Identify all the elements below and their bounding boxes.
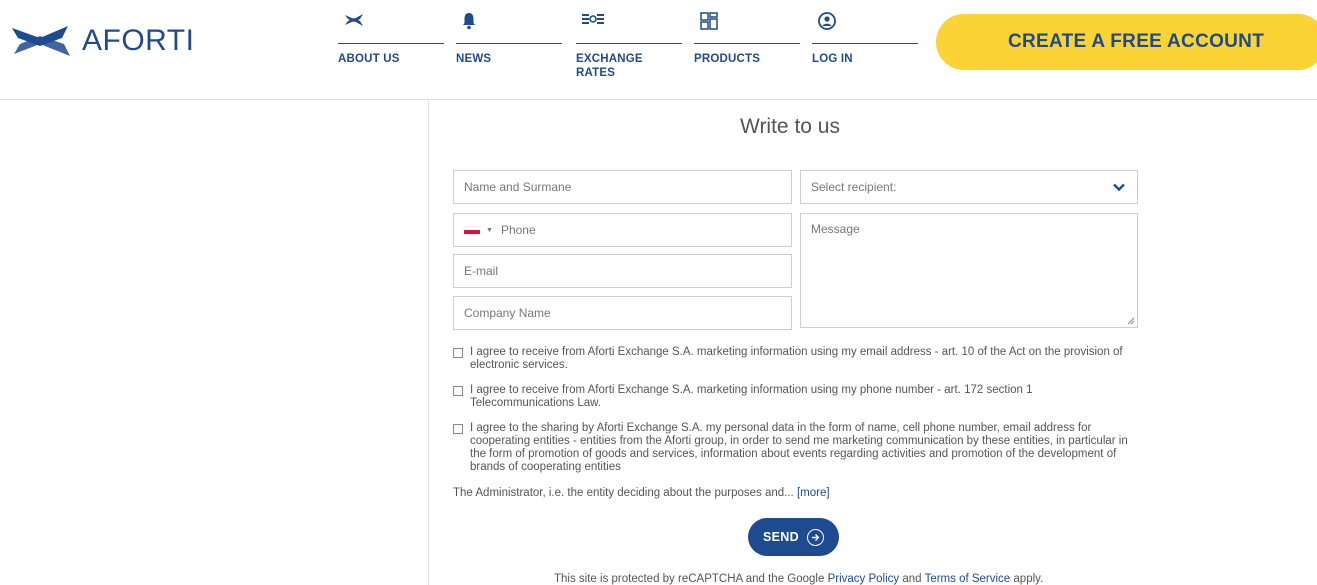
nav-about-us[interactable]: ABOUT US [338,12,444,66]
site-header: AFORTI ABOUT US NEWS EXCHANGE RATES PROD… [0,0,1317,100]
nav-label: ABOUT US [338,53,400,65]
exchange-icon [576,12,682,34]
chevron-down-icon [1113,183,1125,192]
more-link[interactable]: [more] [797,487,830,499]
products-icon [694,12,800,34]
bell-icon [456,12,562,34]
aforti-logo[interactable]: AFORTI [10,22,194,60]
arrow-right-icon [806,528,824,546]
recipient-placeholder: Select recipient: [811,180,897,194]
nav-label: NEWS [456,53,492,65]
nav-label: LOG IN [812,53,853,65]
resize-handle-icon[interactable] [1127,317,1135,325]
phone-input[interactable]: ▼ Phone [453,213,792,247]
nav-news[interactable]: NEWS [456,12,562,66]
nav-label: EXCHANGE RATES [576,53,643,79]
recaptcha-notice: This site is protected by reCAPTCHA and … [554,573,1043,585]
consent-sharing: I agree to the sharing by Aforti Exchang… [453,422,1138,474]
nav-underline [456,43,562,44]
privacy-policy-link[interactable]: Privacy Policy [828,573,900,585]
content-divider [428,100,429,585]
consent-sharing-checkbox[interactable] [453,424,463,434]
email-placeholder: E-mail [464,264,499,278]
company-input[interactable]: Company Name [453,296,792,330]
nav-underline [694,43,800,44]
nav-underline [812,43,918,44]
consent-phone-text: I agree to receive from Aforti Exchange … [470,384,1033,409]
message-textarea[interactable]: Message [800,213,1138,328]
administrator-note: The Administrator, i.e. the entity decid… [453,487,830,499]
consent-email-checkbox[interactable] [453,348,463,358]
consent-phone-checkbox[interactable] [453,386,463,396]
consent-email-text: I agree to receive from Aforti Exchange … [470,346,1123,371]
message-placeholder: Message [811,222,860,236]
nav-underline [338,43,444,44]
user-icon [812,12,918,34]
aforti-logo-icon [12,26,70,56]
send-button[interactable]: SEND [748,518,839,556]
consent-email: I agree to receive from Aforti Exchange … [453,346,1138,372]
poland-flag-icon[interactable] [464,226,480,234]
nav-label: PRODUCTS [694,53,761,65]
terms-of-service-link[interactable]: Terms of Service [925,573,1011,585]
nav-exchange-rates[interactable]: EXCHANGE RATES [576,12,682,80]
name-placeholder: Name and Surmane [464,180,572,194]
create-account-label: CREATE A FREE ACCOUNT [1008,31,1265,52]
nav-underline [576,43,682,44]
brand-name: AFORTI [82,24,195,57]
email-input[interactable]: E-mail [453,254,792,288]
recaptcha-prefix: This site is protected by reCAPTCHA and … [554,573,825,585]
administrator-text: The Administrator, i.e. the entity decid… [453,487,794,499]
recaptcha-suffix: apply. [1013,573,1044,585]
recaptcha-and: and [902,573,922,585]
phone-placeholder: Phone [500,223,536,237]
company-placeholder: Company Name [464,306,551,320]
consent-phone: I agree to receive from Aforti Exchange … [453,384,1138,410]
name-input[interactable]: Name and Surmane [453,170,792,204]
consent-sharing-text: I agree to the sharing by Aforti Exchang… [470,422,1128,473]
recipient-select[interactable]: Select recipient: [800,170,1138,204]
country-dropdown-icon[interactable]: ▼ [486,227,493,234]
nav-log-in[interactable]: LOG IN [812,12,918,66]
nav-products[interactable]: PRODUCTS [694,12,800,66]
send-label: SEND [763,530,799,544]
handshake-icon [338,12,444,34]
form-title: Write to us [740,115,840,138]
create-account-button[interactable]: CREATE A FREE ACCOUNT [936,14,1317,70]
